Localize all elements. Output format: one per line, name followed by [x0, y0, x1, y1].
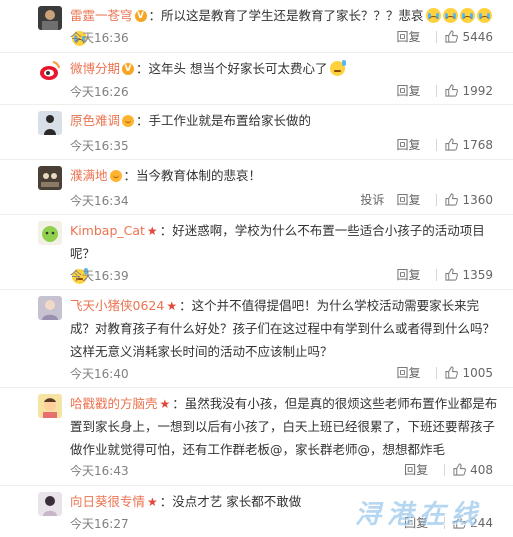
username[interactable]: 向日葵很专情	[70, 494, 145, 509]
reply-button[interactable]: 回复	[396, 266, 420, 283]
avatar[interactable]	[38, 166, 62, 190]
thumbs-up-icon[interactable]	[445, 193, 459, 206]
comment-item: Kimbap_Cat ★ ：好迷惑啊，学校为什么不布置一些适合小孩子的活动项目呢？ …	[0, 215, 513, 290]
member-face-icon	[122, 114, 135, 127]
comment-item: 飞天小猪侠0624 ★ ：这个并不值得提倡吧！为什么学校活动需要家长来完成？对教育孩…	[0, 290, 513, 388]
divider	[436, 30, 438, 43]
comment-text: 这年头 想当个好家长可太费心了	[148, 61, 328, 76]
comment-item: 哈戳戳的方脑壳 ★ ：虽然我没有小孩，但是真的很烦这些老师布置作业都是布置到家长身上…	[0, 388, 513, 486]
member-face-icon	[109, 169, 122, 182]
star-badge-icon: ★	[159, 396, 171, 411]
star-badge-icon: ★	[147, 494, 158, 509]
avatar[interactable]	[38, 492, 62, 516]
username[interactable]: 原色难调	[70, 113, 120, 128]
comment-time: 今天16:27	[70, 517, 129, 531]
divider	[444, 463, 446, 476]
reply-button[interactable]: 回复	[396, 136, 420, 153]
comment-text: 所以这是教育了学生还是教育了家长？？？悲哀	[161, 8, 424, 23]
avatar[interactable]	[38, 6, 62, 30]
report-button[interactable]: 投诉	[360, 191, 384, 208]
avatar[interactable]	[38, 394, 62, 418]
avatar[interactable]	[38, 296, 62, 320]
comment-text: 没点才艺 家长都不敢做	[172, 494, 302, 509]
username[interactable]: 濮满地	[70, 168, 108, 183]
like-count: 1005	[462, 365, 493, 380]
username[interactable]: Kimbap_Cat	[70, 223, 145, 238]
like-count: 1768	[462, 137, 493, 152]
comment-time: 今天16:26	[70, 85, 129, 99]
like-count: 1359	[462, 267, 493, 282]
thumbs-up-icon[interactable]	[445, 366, 459, 379]
crying-emoji-icon	[442, 8, 458, 23]
crying-emoji-icon	[459, 8, 475, 23]
username[interactable]: 雷霆一苍穹	[70, 8, 133, 23]
comment-time: 今天16:36	[70, 31, 129, 45]
comment-item: 濮满地 ：当今教育体制的悲哀！ 今天16:34 投诉 回复 1360	[0, 160, 513, 215]
verified-badge-icon: V	[122, 62, 135, 75]
thumbs-up-icon[interactable]	[445, 268, 459, 281]
like-count: 408	[470, 462, 493, 477]
reply-button[interactable]: 回复	[404, 461, 428, 478]
site-watermark: 浔港在线	[355, 500, 484, 530]
star-badge-icon: ★	[146, 223, 158, 238]
username[interactable]: 飞天小猪侠0624	[70, 298, 164, 313]
reply-button[interactable]: 回复	[396, 28, 420, 45]
divider	[436, 84, 438, 97]
comment-text: 手工作业就是布置给家长做的	[148, 113, 312, 128]
comment-text: 当今教育体制的悲哀！	[136, 168, 262, 183]
avatar[interactable]	[38, 59, 62, 83]
avatar[interactable]	[38, 111, 62, 135]
comment-item: 雷霆一苍穹 V ：所以这是教育了学生还是教育了家长？？？悲哀 今天16:36 回复 …	[0, 0, 513, 53]
crying-emoji-icon	[476, 8, 492, 23]
comment-time: 今天16:34	[70, 194, 129, 208]
like-count: 5446	[462, 29, 493, 44]
like-count: 1992	[462, 83, 493, 98]
comment-time: 今天16:39	[70, 269, 129, 283]
like-count: 1360	[462, 192, 493, 207]
crying-emoji-icon	[425, 8, 441, 23]
sweat-emoji-icon	[329, 60, 346, 76]
divider	[436, 193, 438, 206]
username[interactable]: 哈戳戳的方脑壳	[70, 396, 158, 411]
reply-button[interactable]: 回复	[396, 191, 420, 208]
thumbs-up-icon[interactable]	[453, 463, 467, 476]
verified-badge-icon: V	[134, 9, 147, 22]
star-badge-icon: ★	[166, 298, 178, 313]
comment-time: 今天16:40	[70, 367, 129, 381]
thumbs-up-icon[interactable]	[445, 138, 459, 151]
comment-item: 微博分期 V ：这年头 想当个好家长可太费心了 今天16:26 回复 1992	[0, 53, 513, 105]
divider	[436, 138, 438, 151]
avatar[interactable]	[38, 221, 62, 245]
comment-time: 今天16:43	[70, 464, 129, 478]
divider	[436, 268, 438, 281]
thumbs-up-icon[interactable]	[445, 84, 459, 97]
divider	[436, 366, 438, 379]
comment-time: 今天16:35	[70, 139, 129, 153]
reply-button[interactable]: 回复	[396, 82, 420, 99]
username[interactable]: 微博分期	[70, 61, 120, 76]
reply-button[interactable]: 回复	[396, 364, 420, 381]
thumbs-up-icon[interactable]	[445, 30, 459, 43]
comment-item: 原色难调 ：手工作业就是布置给家长做的 今天16:35 回复 1768	[0, 105, 513, 160]
